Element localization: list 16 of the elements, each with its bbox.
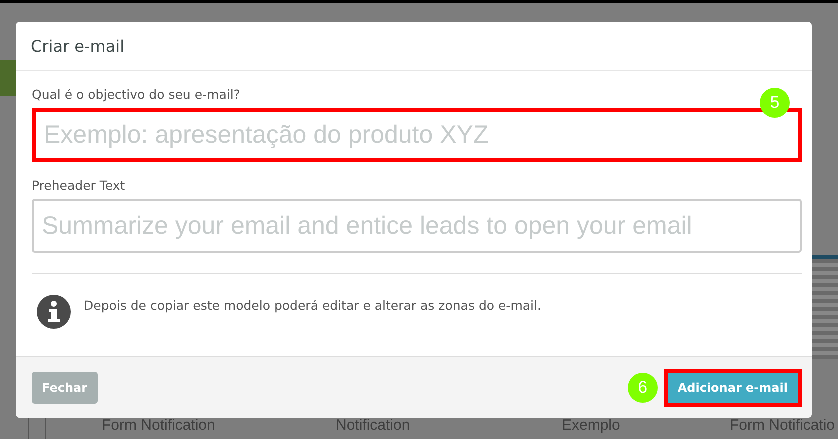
add-email-button[interactable]: Adicionar e-mail: [664, 368, 802, 406]
input-field[interactable]: Exemplo: apresentação do produto XYZ: [32, 108, 802, 162]
table-cell-text: Form Notificatio: [729, 417, 836, 434]
dialog-title: Criar e-mail: [31, 36, 125, 56]
input-field[interactable]: Summarize your email and entice leads to open your email: [32, 199, 802, 253]
step-badge: 6: [628, 372, 658, 402]
field-label: Preheader Text: [32, 178, 126, 193]
field-label: Qual é o objectivo do seu e-mail?: [32, 87, 242, 102]
info-icon: [36, 294, 72, 330]
step-badge: 5: [760, 88, 790, 118]
table-cell-text: Exemplo: [561, 417, 622, 434]
info-text: Depois de copiar este modelo poderá editar e alterar as zonas do e-mail.: [84, 298, 542, 312]
close-button[interactable]: Fechar: [32, 372, 98, 404]
menu-bar: [0, 60, 16, 96]
table-cell-text: Notification: [335, 417, 412, 434]
table-cell-text: Form Notification: [101, 417, 216, 434]
